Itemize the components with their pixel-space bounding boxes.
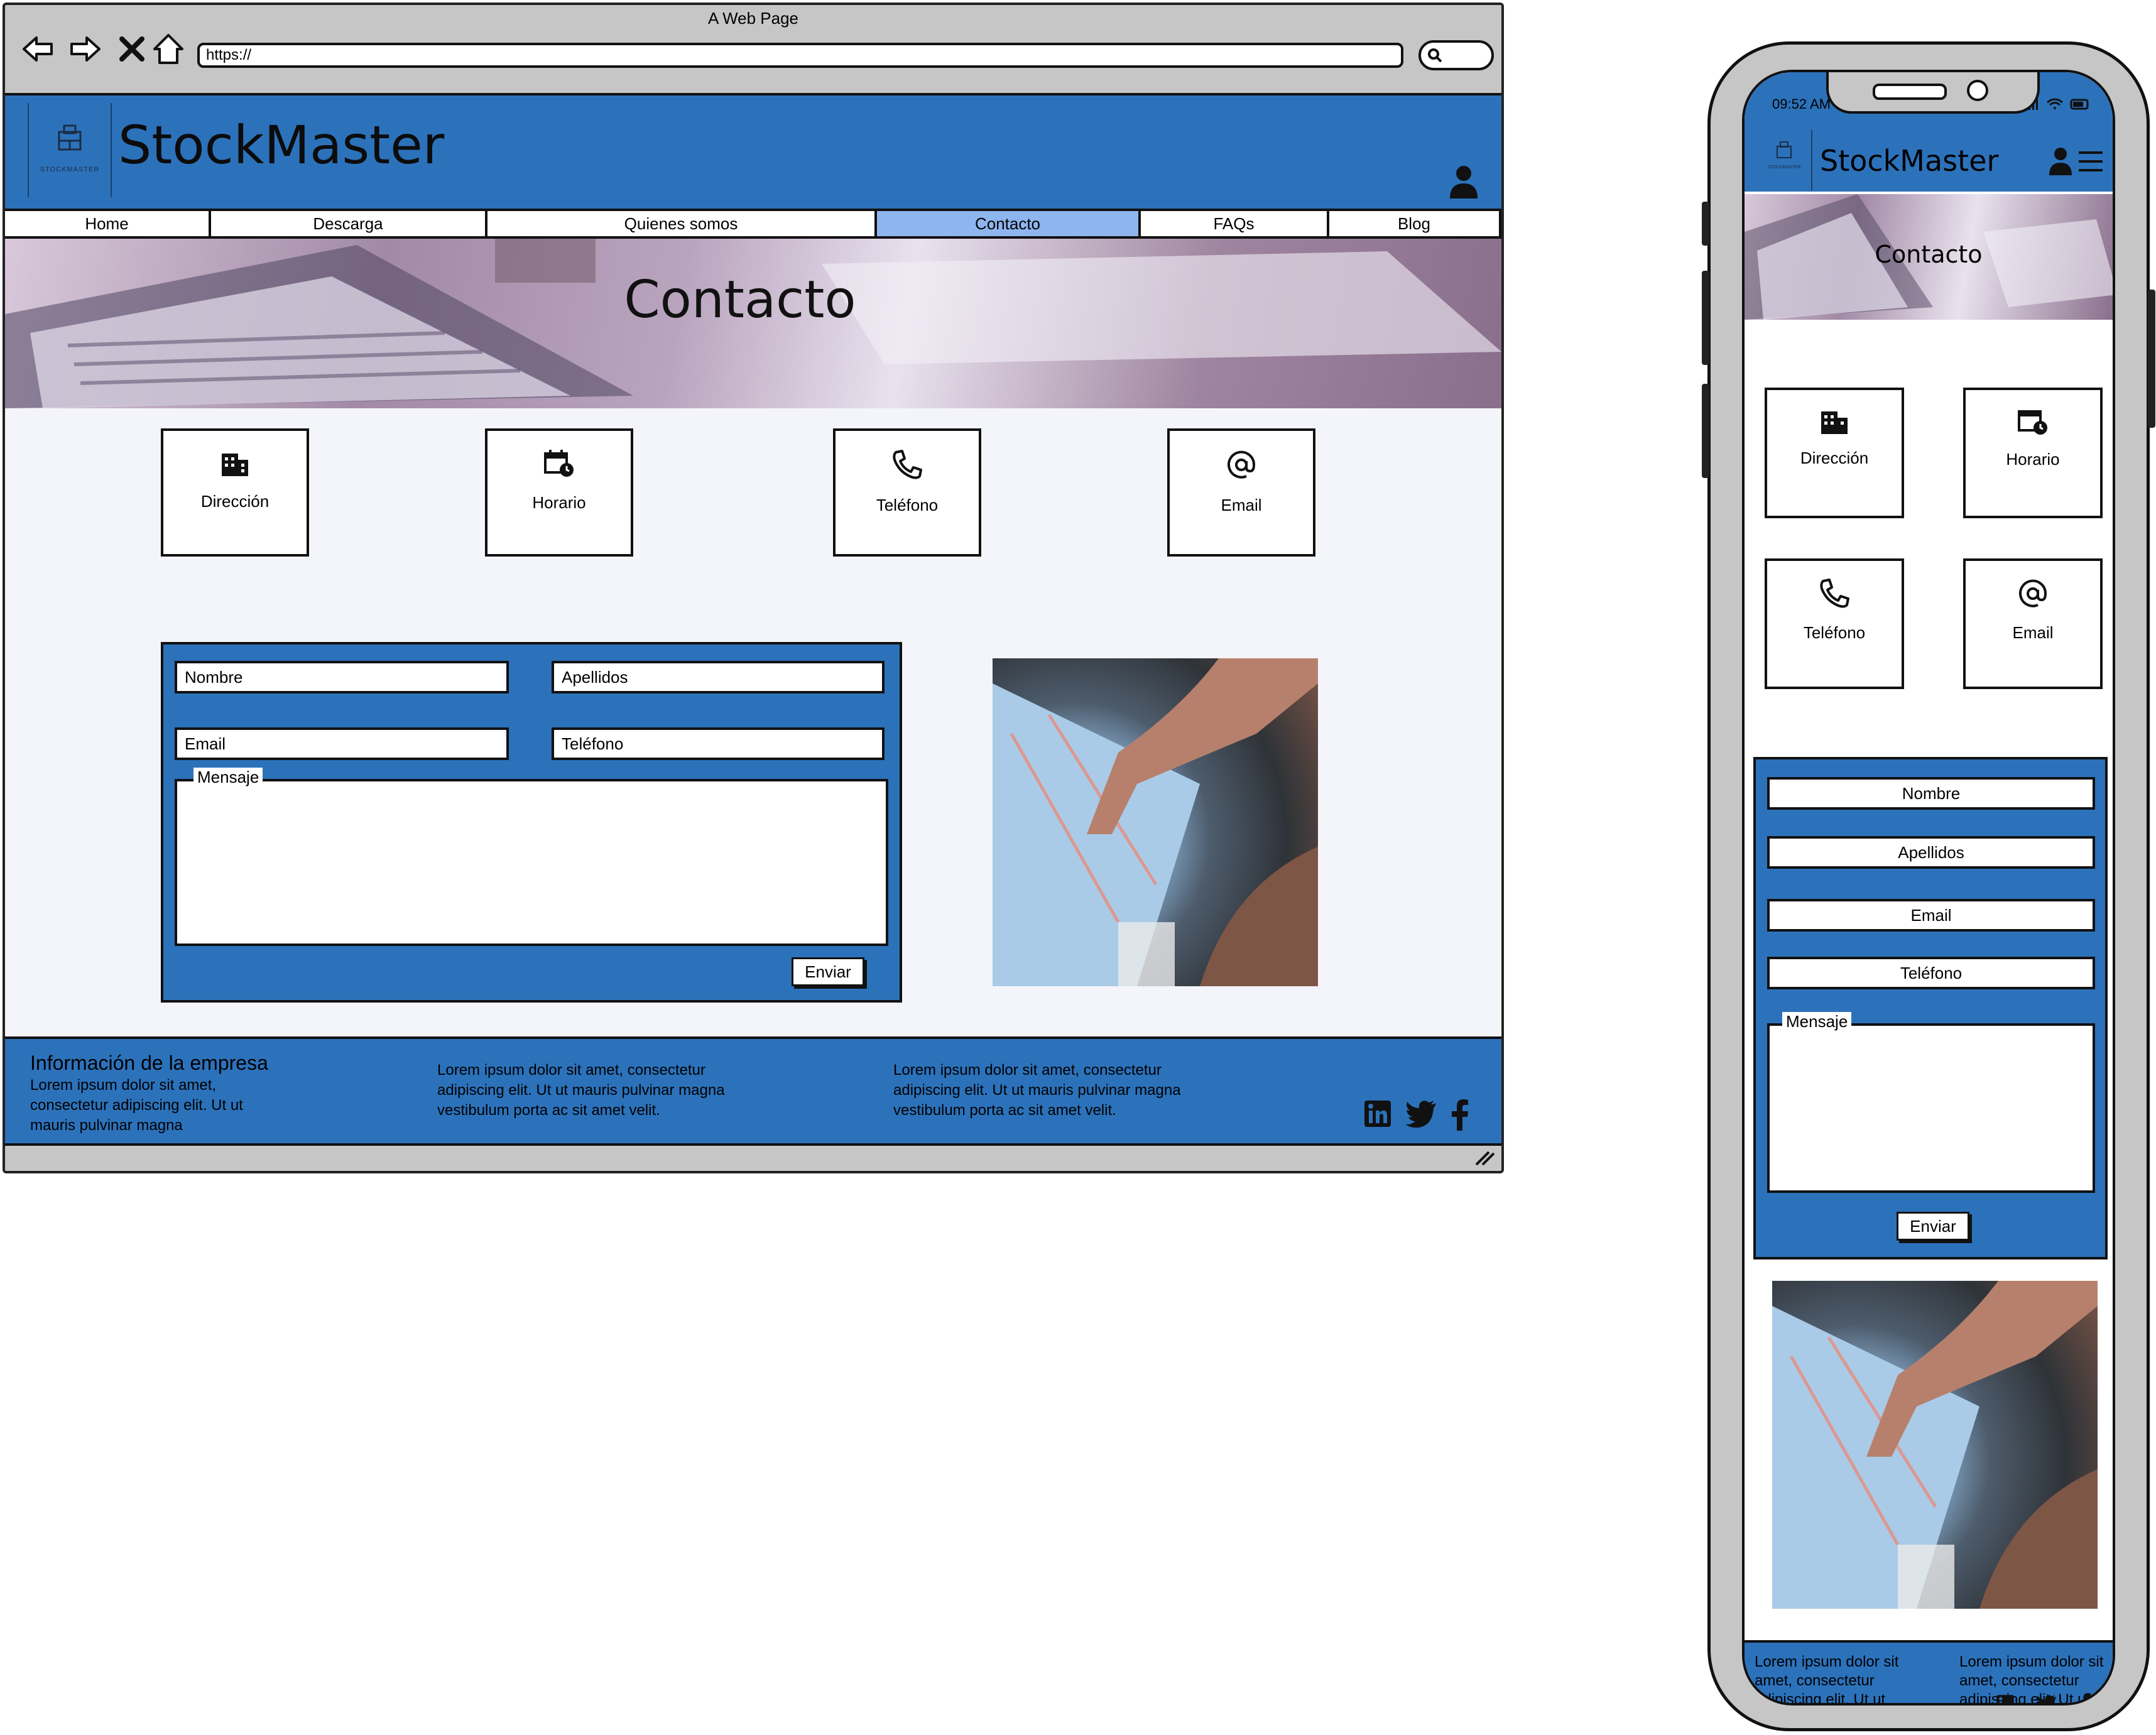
forward-arrow-icon[interactable]: [67, 30, 104, 68]
logo-caption: STOCKMASTER: [1767, 165, 1801, 170]
card-horario[interactable]: Horario: [485, 428, 633, 557]
nav-item-blog[interactable]: Blog: [1329, 211, 1501, 236]
card-direccion[interactable]: Dirección: [161, 428, 309, 557]
card-label: Horario: [2006, 450, 2060, 469]
site-footer: Información de la empresa Lorem ipsum do…: [5, 1036, 1501, 1143]
mobile-screen: 09:52 AM STOCKMASTER StockMaster Contact…: [1742, 70, 2115, 1705]
browser-viewport: STOCKMASTER StockMaster Home Descarga Qu…: [5, 93, 1501, 1146]
linkedin-icon[interactable]: [1363, 1099, 1392, 1128]
home-icon[interactable]: [150, 30, 187, 68]
mobile-enviar-button[interactable]: Enviar: [1897, 1212, 1969, 1241]
enviar-button[interactable]: Enviar: [792, 957, 864, 986]
at-icon: [2019, 579, 2047, 607]
footer-text-2: Lorem ipsum dolor sit amet, consectetur …: [437, 1062, 725, 1119]
telefono-field[interactable]: Teléfono: [552, 727, 885, 760]
building-icon: [1821, 411, 1848, 434]
footer-text-3: Lorem ipsum dolor sit amet, consectetur …: [893, 1062, 1181, 1119]
mensaje-label: Mensaje: [1782, 1012, 1852, 1031]
linkedin-icon[interactable]: [1996, 1694, 2015, 1705]
warehouse-logo-icon: [1777, 141, 1792, 158]
phone-icon: [1820, 579, 1849, 608]
card-label: Email: [2012, 623, 2054, 642]
user-account-icon[interactable]: [2049, 146, 2072, 177]
twitter-icon[interactable]: [2036, 1694, 2057, 1705]
nav-item-descarga[interactable]: Descarga: [211, 211, 487, 236]
mobile-hero-title: Contacto: [1875, 241, 1983, 268]
phone-power-button: [2148, 290, 2155, 428]
card-label: Email: [1221, 496, 1262, 514]
hero-title: Contacto: [624, 270, 856, 330]
window-resize-grip-icon[interactable]: [1473, 1148, 1495, 1167]
hamburger-menu-icon[interactable]: [2077, 149, 2104, 174]
mobile-email-field[interactable]: Email: [1767, 899, 2095, 932]
nav-item-contacto[interactable]: Contacto: [877, 211, 1141, 236]
card-email[interactable]: Email: [1167, 428, 1315, 557]
url-bar[interactable]: https://: [197, 43, 1403, 68]
mobile-apellidos-field[interactable]: Apellidos: [1767, 836, 2095, 869]
status-time: 09:52 AM: [1772, 96, 1831, 112]
nav-item-faqs[interactable]: FAQs: [1141, 211, 1329, 236]
mensaje-textarea[interactable]: Mensaje: [175, 768, 888, 946]
card-label: Horario: [532, 493, 586, 512]
hero-banner: Contacto: [5, 239, 1501, 408]
hand-on-map-image: [993, 658, 1318, 986]
warehouse-logo-icon: [58, 124, 82, 151]
hand-on-map-image: [1772, 1281, 2098, 1609]
window-title: A Web Page: [707, 9, 799, 28]
mobile-logo[interactable]: STOCKMASTER: [1757, 130, 1812, 190]
card-label: Dirección: [1800, 449, 1869, 467]
phone-icon: [893, 450, 922, 479]
mobile-contact-form: Nombre Apellidos Email Teléfono Mensaje …: [1753, 757, 2108, 1259]
twitter-icon[interactable]: [1405, 1099, 1437, 1128]
logo-caption: STOCKMASTER: [40, 166, 100, 173]
apellidos-field[interactable]: Apellidos: [552, 661, 885, 693]
footer-heading: Información de la empresa: [30, 1052, 268, 1074]
mobile-card-horario[interactable]: Horario: [1963, 388, 2103, 518]
building-icon: [222, 454, 248, 476]
browser-search-button[interactable]: [1418, 40, 1494, 70]
footer-text-1: Lorem ipsum dolor sit amet, consectetur …: [30, 1077, 243, 1134]
nav-item-quienes-somos[interactable]: Quienes somos: [487, 211, 877, 236]
mensaje-label: Mensaje: [193, 768, 263, 787]
back-arrow-icon[interactable]: [19, 30, 57, 68]
site-title: StockMaster: [118, 114, 445, 176]
site-logo[interactable]: STOCKMASTER: [28, 103, 112, 197]
mobile-footer-text-1: Lorem ipsum dolor sit amet, consectetur …: [1755, 1653, 1899, 1705]
mobile-map-photo: [1772, 1281, 2098, 1609]
card-label: Dirección: [200, 492, 270, 511]
mobile-telefono-field[interactable]: Teléfono: [1767, 957, 2095, 989]
user-account-icon[interactable]: [1449, 165, 1479, 200]
stop-x-icon[interactable]: [113, 30, 151, 68]
mobile-footer: Lorem ipsum dolor sit amet, consectetur …: [1745, 1640, 2113, 1705]
mobile-site-title: StockMaster: [1820, 144, 1999, 178]
card-telefono[interactable]: Teléfono: [833, 428, 981, 557]
email-field[interactable]: Email: [175, 727, 509, 760]
at-icon: [1228, 450, 1256, 479]
mobile-hero-banner: Contacto: [1745, 194, 2113, 320]
facebook-icon[interactable]: [1450, 1099, 1469, 1131]
nombre-field[interactable]: Nombre: [175, 661, 509, 693]
phone-notch: [1826, 72, 2040, 114]
mobile-nombre-field[interactable]: Nombre: [1767, 777, 2095, 810]
map-photo: [993, 658, 1318, 986]
phone-side-button: [1702, 202, 1709, 246]
calendar-clock-icon: [2018, 410, 2047, 435]
facebook-icon[interactable]: [2079, 1693, 2091, 1705]
search-icon: [1428, 48, 1442, 63]
mobile-card-email[interactable]: Email: [1963, 558, 2103, 689]
mobile-card-direccion[interactable]: Dirección: [1765, 388, 1904, 518]
site-header: STOCKMASTER StockMaster: [5, 95, 1501, 209]
card-label: Teléfono: [1803, 623, 1866, 642]
card-label: Teléfono: [876, 496, 939, 514]
phone-volume-down: [1702, 384, 1709, 478]
contact-form: Nombre Apellidos Email Teléfono Mensaje …: [161, 642, 902, 1003]
nav-item-home[interactable]: Home: [5, 211, 211, 236]
mobile-phone-frame: 09:52 AM STOCKMASTER StockMaster Contact…: [1702, 41, 2155, 1731]
mobile-mensaje-textarea[interactable]: Mensaje: [1767, 1012, 2095, 1193]
main-nav: Home Descarga Quienes somos Contacto FAQ…: [5, 209, 1501, 239]
desktop-browser-window: A Web Page https:// STOCKMASTER StockMas…: [3, 3, 1504, 1173]
calendar-clock-icon: [544, 450, 574, 477]
phone-volume-up: [1702, 271, 1709, 365]
mobile-card-telefono[interactable]: Teléfono: [1765, 558, 1904, 689]
